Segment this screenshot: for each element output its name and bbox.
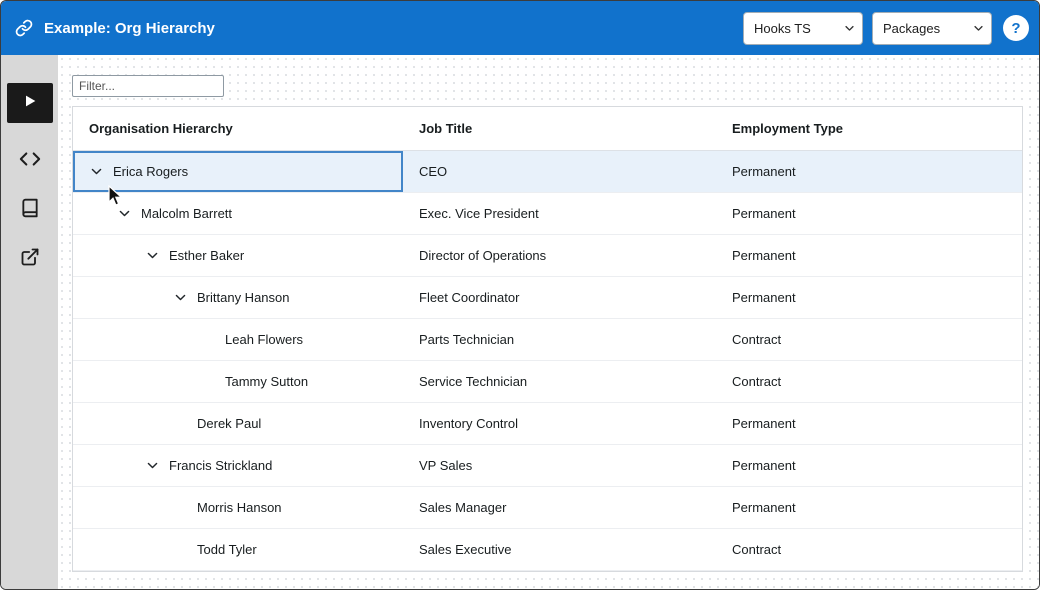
employment-type-cell: Contract	[732, 542, 782, 557]
column-header-employment-type[interactable]: Employment Type	[716, 107, 1022, 150]
job-title-cell: Fleet Coordinator	[419, 290, 520, 305]
chevron-down-icon[interactable]	[145, 249, 159, 262]
filter-input[interactable]	[72, 75, 224, 97]
org-hierarchy-cell[interactable]: Esther Baker	[73, 235, 403, 276]
org-name: Derek Paul	[197, 416, 262, 431]
job-title-cell: Sales Manager	[419, 500, 507, 515]
link-icon[interactable]	[15, 19, 33, 37]
job-title-cell: Service Technician	[419, 374, 528, 389]
packages-select-wrap: Packages	[872, 11, 992, 45]
table-row[interactable]: Erica Rogers CEO Permanent	[73, 151, 1022, 193]
org-hierarchy-cell[interactable]: Malcolm Barrett	[73, 193, 403, 234]
job-title-cell: Parts Technician	[419, 332, 515, 347]
org-hierarchy-cell[interactable]: Brittany Hanson	[73, 277, 403, 318]
chevron-down-icon[interactable]	[89, 165, 103, 178]
table-row[interactable]: Derek Paul Inventory Control Permanent	[73, 403, 1022, 445]
org-name: Tammy Sutton	[225, 374, 309, 389]
open-external-button[interactable]	[18, 247, 42, 271]
employment-type-cell: Contract	[732, 374, 782, 389]
org-name: Francis Strickland	[169, 458, 273, 473]
table-row[interactable]: Tammy Sutton Service Technician Contract	[73, 361, 1022, 403]
employment-type-cell: Permanent	[732, 164, 796, 179]
job-title-cell: Sales Executive	[419, 542, 512, 557]
play-icon	[22, 93, 38, 114]
table-row[interactable]: Leah Flowers Parts Technician Contract	[73, 319, 1022, 361]
org-name: Morris Hanson	[197, 500, 282, 515]
org-hierarchy-cell[interactable]: Todd Tyler	[73, 529, 403, 570]
page-title: Example: Org Hierarchy	[44, 19, 215, 37]
employment-type-cell: Permanent	[732, 458, 796, 473]
code-icon	[19, 148, 41, 175]
employment-type-cell: Permanent	[732, 290, 796, 305]
org-name: Leah Flowers	[225, 332, 304, 347]
framework-select-wrap: Hooks TS	[743, 11, 863, 45]
column-header-organisation-hierarchy[interactable]: Organisation Hierarchy	[73, 107, 403, 150]
external-link-icon	[20, 247, 40, 272]
table-row[interactable]: Malcolm Barrett Exec. Vice President Per…	[73, 193, 1022, 235]
job-title-cell: Exec. Vice President	[419, 206, 539, 221]
org-hierarchy-cell[interactable]: Erica Rogers	[73, 151, 403, 192]
org-hierarchy-cell[interactable]: Leah Flowers	[73, 319, 403, 360]
org-hierarchy-cell[interactable]: Derek Paul	[73, 403, 403, 444]
help-button[interactable]: ?	[1003, 15, 1029, 41]
docs-button[interactable]	[18, 198, 42, 222]
table-row[interactable]: Brittany Hanson Fleet Coordinator Perman…	[73, 277, 1022, 319]
content-area: Organisation Hierarchy Job Title Employm…	[1, 55, 1039, 589]
employment-type-cell: Permanent	[732, 416, 796, 431]
job-title-cell: VP Sales	[419, 458, 473, 473]
chevron-down-icon[interactable]	[145, 459, 159, 472]
job-title-cell: CEO	[419, 164, 448, 179]
table-row[interactable]: Morris Hanson Sales Manager Permanent	[73, 487, 1022, 529]
org-name: Erica Rogers	[113, 164, 189, 179]
sidebar	[1, 55, 58, 589]
org-hierarchy-cell[interactable]: Tammy Sutton	[73, 361, 403, 402]
org-name: Brittany Hanson	[197, 290, 290, 305]
table-row[interactable]: Esther Baker Director of Operations Perm…	[73, 235, 1022, 277]
table-row[interactable]: Todd Tyler Sales Executive Contract	[73, 529, 1022, 571]
book-icon	[20, 198, 40, 223]
org-hierarchy-grid: Organisation Hierarchy Job Title Employm…	[72, 106, 1023, 572]
chevron-down-icon[interactable]	[173, 291, 187, 304]
org-name: Malcolm Barrett	[141, 206, 233, 221]
framework-select[interactable]: Hooks TS	[743, 11, 863, 45]
org-name: Todd Tyler	[197, 542, 257, 557]
employment-type-cell: Contract	[732, 332, 782, 347]
job-title-cell: Director of Operations	[419, 248, 547, 263]
column-header-job-title[interactable]: Job Title	[403, 107, 716, 150]
org-hierarchy-cell[interactable]: Francis Strickland	[73, 445, 403, 486]
employment-type-cell: Permanent	[732, 206, 796, 221]
grid-rows: Erica Rogers CEO Permanent Malcolm Barre…	[73, 151, 1022, 571]
grid-header-row: Organisation Hierarchy Job Title Employm…	[73, 107, 1022, 151]
job-title-cell: Inventory Control	[419, 416, 518, 431]
example-header: Example: Org Hierarchy Hooks TS Packages…	[1, 1, 1039, 55]
org-hierarchy-cell[interactable]: Morris Hanson	[73, 487, 403, 528]
org-name: Esther Baker	[169, 248, 245, 263]
employment-type-cell: Permanent	[732, 248, 796, 263]
view-code-button[interactable]	[18, 149, 42, 173]
example-main: Organisation Hierarchy Job Title Employm…	[58, 55, 1039, 589]
run-example-button[interactable]	[6, 83, 53, 123]
table-row[interactable]: Francis Strickland VP Sales Permanent	[73, 445, 1022, 487]
employment-type-cell: Permanent	[732, 500, 796, 515]
chevron-down-icon[interactable]	[117, 207, 131, 220]
packages-select[interactable]: Packages	[872, 11, 992, 45]
example-runner-window: Example: Org Hierarchy Hooks TS Packages…	[0, 0, 1040, 590]
